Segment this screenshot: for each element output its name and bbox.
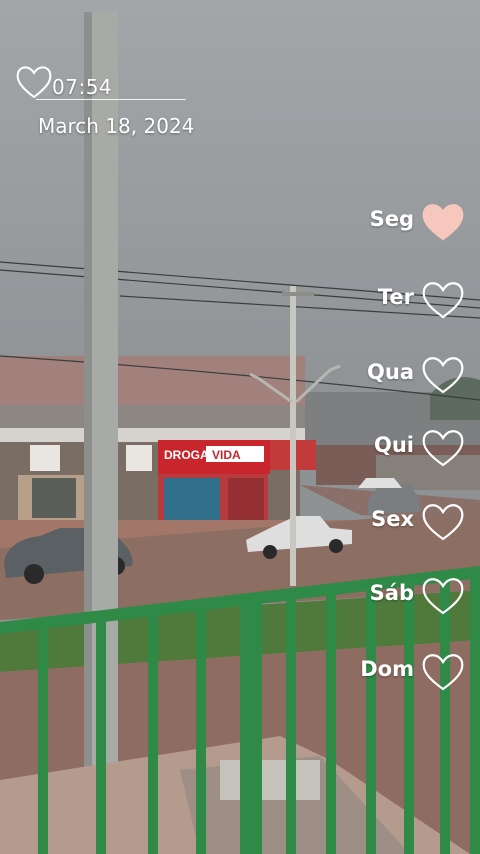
heart-outline-icon xyxy=(16,66,52,99)
day-label: Qua xyxy=(367,360,414,384)
heart-filled-icon xyxy=(422,204,464,241)
day-item-qui: Qui xyxy=(346,426,466,472)
heart-outline-icon xyxy=(422,504,464,541)
time-underline xyxy=(36,99,186,100)
heart-outline-icon xyxy=(422,654,464,691)
day-label: Sáb xyxy=(369,581,414,605)
heart-outline-icon xyxy=(422,282,464,319)
day-item-ter: Ter xyxy=(346,278,466,324)
heart-outline-icon xyxy=(422,430,464,467)
day-label: Dom xyxy=(360,657,414,681)
time-overlay: 07:54 xyxy=(14,62,186,102)
building-roof xyxy=(0,356,305,406)
date-text: March 18, 2024 xyxy=(38,114,195,138)
day-item-dom: Dom xyxy=(346,650,466,696)
day-item-qua: Qua xyxy=(346,353,466,399)
day-label: Seg xyxy=(369,207,414,231)
day-item-sex: Sex xyxy=(346,500,466,546)
day-label: Ter xyxy=(377,285,414,309)
time-text: 07:54 xyxy=(52,75,113,99)
utility-pole-far xyxy=(290,286,296,586)
building-balcony-rail xyxy=(0,428,305,442)
day-item-sáb: Sáb xyxy=(346,574,466,620)
heart-outline-icon xyxy=(422,578,464,615)
pharmacy-sign-text-2: VIDA xyxy=(212,448,241,462)
pharmacy-sign-text-1: DROGA xyxy=(164,448,209,462)
day-label: Qui xyxy=(373,433,414,457)
heart-outline-icon xyxy=(422,357,464,394)
day-label: Sex xyxy=(371,507,414,531)
day-item-seg: Seg xyxy=(346,200,466,246)
